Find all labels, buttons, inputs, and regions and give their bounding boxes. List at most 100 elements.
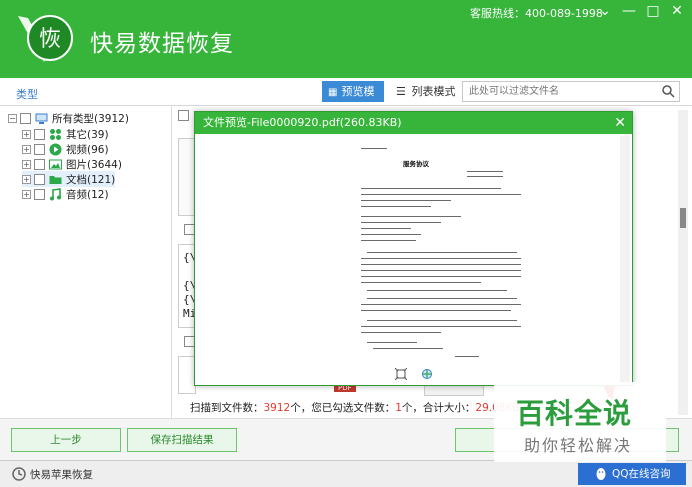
doc-text-line <box>361 188 501 189</box>
document-page: 服务协议 <box>197 136 630 385</box>
watermark: 百科全说 助你轻松解决 <box>494 382 666 462</box>
prev-step-button[interactable]: 上一步 <box>11 428 121 452</box>
file-type-tree: − 所有类型(3912) + 其它(39) + 视频(96) + 图片(3644… <box>0 106 172 418</box>
tree-item-label: 文档(121) <box>66 173 116 186</box>
checkbox[interactable] <box>34 143 45 155</box>
music-icon <box>50 187 61 200</box>
qq-penguin-icon <box>596 468 606 480</box>
doc-text-line <box>361 258 521 259</box>
doc-text-line <box>361 200 451 201</box>
doc-text-line <box>367 252 517 253</box>
checkbox[interactable] <box>34 173 45 185</box>
tree-item-document[interactable]: + 文档(121) <box>22 171 116 187</box>
expand-icon[interactable]: + <box>22 129 31 139</box>
status-text: 个，合计大小： <box>401 402 476 414</box>
doc-text-line <box>361 216 461 217</box>
doc-text-line <box>367 320 517 321</box>
tree-item-label: 所有类型(3912) <box>52 112 129 125</box>
minimize-button[interactable]: — <box>618 2 640 20</box>
qq-consult-button[interactable]: QQ在线咨询 <box>578 463 686 485</box>
grid-icon <box>50 128 61 140</box>
doc-text-line <box>361 332 441 333</box>
folder-icon <box>49 175 62 184</box>
apple-recovery-link[interactable]: 快易苹果恢复 <box>30 467 93 482</box>
thumbnail-checkbox[interactable] <box>178 110 189 121</box>
grid-icon: ▦ <box>328 87 338 98</box>
doc-text-line <box>361 304 521 305</box>
tree-item-label: 其它(39) <box>66 128 109 141</box>
doc-text-line <box>361 276 521 277</box>
dropdown-menu-button[interactable]: ⌄ <box>594 2 616 20</box>
filter-input[interactable] <box>463 82 653 101</box>
footer: 快易苹果恢复 QQ在线咨询 <box>0 460 692 487</box>
doc-text-line <box>367 342 417 343</box>
apple-recovery-icon <box>12 467 26 481</box>
expand-icon[interactable]: + <box>22 159 31 169</box>
doc-text-line <box>361 234 421 235</box>
watermark-subtitle: 助你轻松解决 <box>524 436 633 455</box>
scrollbar-thumb[interactable] <box>680 208 686 228</box>
collapse-icon[interactable]: − <box>8 113 17 123</box>
image-icon <box>49 159 62 169</box>
filter-box <box>462 81 680 102</box>
dialog-close-button[interactable]: ✕ <box>614 112 626 134</box>
app-title: 快易数据恢复 <box>90 31 234 57</box>
document-heading: 服务协议 <box>403 160 429 168</box>
tree-item-label: 视频(96) <box>66 143 109 156</box>
toolbar: 类型 ▦ 预览模式 ☰ 列表模式 <box>0 78 692 120</box>
doc-text-line <box>361 310 511 311</box>
save-scan-result-button[interactable]: 保存扫描结果 <box>127 428 237 452</box>
app-logo-icon: 恢 <box>18 15 73 62</box>
checkbox[interactable] <box>20 112 31 124</box>
tree-item-label: 音频(12) <box>66 188 109 201</box>
doc-text-line <box>367 290 507 291</box>
tree-item-image[interactable]: + 图片(3644) <box>22 156 122 172</box>
file-preview-dialog: 文件预览-File0000920.pdf(260.83KB) ✕ 服务协议 <box>194 111 633 386</box>
checkbox[interactable] <box>34 158 45 170</box>
fit-page-icon[interactable] <box>395 368 407 380</box>
expand-icon[interactable]: + <box>22 189 31 199</box>
checkbox[interactable] <box>34 128 45 140</box>
list-icon: ☰ <box>396 85 406 98</box>
found-count: 3912 <box>263 402 291 414</box>
doc-text-line <box>467 171 503 172</box>
type-label[interactable]: 类型 <box>16 86 38 102</box>
play-icon <box>49 143 62 155</box>
tree-item-label: 图片(3644) <box>66 158 122 171</box>
tree-item-other[interactable]: + 其它(39) <box>22 126 109 142</box>
dialog-title: 文件预览-File0000920.pdf(260.83KB) <box>195 112 632 134</box>
search-icon[interactable] <box>661 84 675 98</box>
doc-text-line <box>361 148 387 149</box>
doc-text-line <box>361 194 521 195</box>
svg-text:恢: 恢 <box>39 27 61 52</box>
status-text: 个，您已勾选文件数： <box>290 402 396 414</box>
doc-text-line <box>361 326 521 327</box>
list-mode-button[interactable]: ☰ 列表模式 <box>394 81 456 102</box>
doc-text-line <box>373 348 443 349</box>
preview-mode-button[interactable]: ▦ 预览模式 <box>322 81 384 120</box>
qq-consult-label: QQ在线咨询 <box>612 468 671 480</box>
doc-text-line <box>361 282 481 283</box>
doc-text-line <box>361 264 521 265</box>
doc-text-line <box>467 176 503 177</box>
document-scrollbar[interactable] <box>620 136 630 385</box>
status-text: 扫描到文件数： <box>190 402 264 414</box>
tree-item-audio[interactable]: + 音频(12) <box>22 186 109 202</box>
scan-status: 扫描到文件数：3912个，您已勾选文件数：1个，合计大小：29.08KB。 <box>190 400 530 415</box>
maximize-button[interactable]: □ <box>642 2 664 20</box>
expand-icon[interactable]: + <box>22 174 31 184</box>
expand-icon[interactable]: + <box>22 144 31 154</box>
doc-text-line <box>361 228 411 229</box>
doc-text-line <box>361 206 431 207</box>
zoom-icon[interactable] <box>421 368 433 380</box>
checkbox[interactable] <box>34 188 45 200</box>
computer-icon <box>35 113 48 124</box>
list-mode-label: 列表模式 <box>411 85 456 98</box>
selected-count: 1 <box>395 402 402 414</box>
app-header: 恢 快易数据恢复 客服热线：400-089-1998 ⌄ — □ ✕ <box>0 0 692 78</box>
tree-item-all[interactable]: − 所有类型(3912) <box>8 110 129 126</box>
vertical-scrollbar[interactable] <box>678 110 688 415</box>
doc-text-line <box>361 222 441 223</box>
tree-item-video[interactable]: + 视频(96) <box>22 141 109 157</box>
close-button[interactable]: ✕ <box>666 2 688 20</box>
